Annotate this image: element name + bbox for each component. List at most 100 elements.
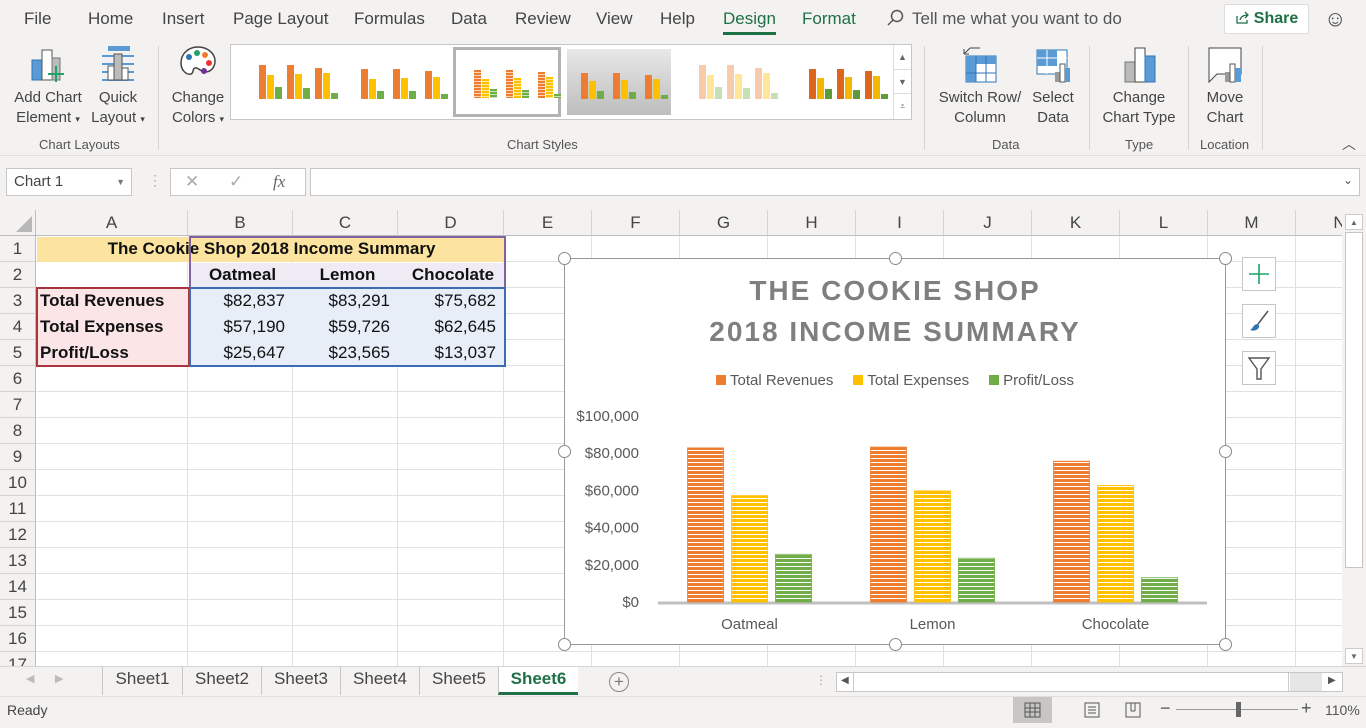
resize-handle-nw[interactable] <box>558 252 571 265</box>
chart-style-thumb[interactable]: Style 6 <box>787 49 891 115</box>
sheet-tab-6[interactable]: Sheet6 <box>498 667 578 695</box>
feedback-smiley-icon[interactable]: ☺ <box>1324 6 1346 32</box>
vertical-scrollbar[interactable]: ▲ ▼ <box>1342 210 1366 666</box>
change-colors-button[interactable]: Change Colors ▾ <box>168 44 228 129</box>
bar-total-revenues-oatmeal[interactable] <box>687 447 724 603</box>
sheet-tab-5[interactable]: Sheet5 <box>419 667 498 695</box>
normal-view-button[interactable] <box>1013 697 1052 723</box>
row-header-11[interactable]: 11 <box>0 496 36 522</box>
row-header-17[interactable]: 17 <box>0 652 36 666</box>
row-header-8[interactable]: 8 <box>0 418 36 444</box>
menu-data[interactable]: Data <box>451 9 487 29</box>
resize-handle-n[interactable] <box>889 252 902 265</box>
drag-handle-icon[interactable]: ⋮ <box>148 172 162 189</box>
row-header-5[interactable]: 5 <box>0 340 36 366</box>
menu-insert[interactable]: Insert <box>162 9 205 29</box>
bar-total-expenses-chocolate[interactable] <box>1097 485 1134 603</box>
menu-page-layout[interactable]: Page Layout <box>233 9 328 29</box>
tab-scroll-right-icon[interactable]: ▶ <box>55 672 63 685</box>
legend-item[interactable]: Profit/Loss <box>989 372 1074 389</box>
cancel-icon[interactable]: ✕ <box>185 172 199 192</box>
quick-layout-button[interactable]: Quick Layout ▾ <box>90 44 146 129</box>
resize-handle-se[interactable] <box>1219 638 1232 651</box>
vertical-scroll-thumb[interactable] <box>1345 232 1363 568</box>
page-layout-view-icon[interactable] <box>1084 702 1100 718</box>
resize-handle-sw[interactable] <box>558 638 571 651</box>
add-chart-element-button[interactable]: Add Chart Element ▾ <box>12 44 84 129</box>
row-header-13[interactable]: 13 <box>0 548 36 574</box>
chart-title-line-1[interactable]: THE COOKIE SHOP <box>565 275 1225 307</box>
tab-scroll-left-icon[interactable]: ◀ <box>26 672 34 685</box>
column-header-h[interactable]: H <box>768 210 856 236</box>
legend-item[interactable]: Total Revenues <box>715 372 833 389</box>
select-data-button[interactable]: Select Data <box>1028 44 1078 128</box>
horizontal-scroll-thumb[interactable] <box>853 673 1289 691</box>
page-break-view-icon[interactable] <box>1125 702 1141 718</box>
row-header-9[interactable]: 9 <box>0 444 36 470</box>
row-header-2[interactable]: 2 <box>0 262 36 288</box>
chart-elements-button[interactable] <box>1242 257 1276 291</box>
column-header-n[interactable]: N <box>1296 210 1342 236</box>
column-header-m[interactable]: M <box>1208 210 1296 236</box>
column-header-e[interactable]: E <box>504 210 592 236</box>
column-header-k[interactable]: K <box>1032 210 1120 236</box>
change-chart-type-button[interactable]: Change Chart Type <box>1100 44 1178 128</box>
enter-icon[interactable]: ✓ <box>229 172 243 192</box>
menu-home[interactable]: Home <box>88 9 133 29</box>
new-sheet-plus-icon[interactable]: + <box>609 672 629 692</box>
menu-help[interactable]: Help <box>660 9 695 29</box>
tell-me-search[interactable]: Tell me what you want to do <box>886 9 1122 29</box>
bar-profit-loss-lemon[interactable] <box>958 557 995 603</box>
scroll-down-icon[interactable]: ▼ <box>1345 648 1363 664</box>
row-header-14[interactable]: 14 <box>0 574 36 600</box>
splitter-handle-icon[interactable]: ⋮ <box>815 673 827 687</box>
chart-legend[interactable]: Total Revenues Total Expenses Profit/Loss <box>565 372 1225 389</box>
zoom-in-icon[interactable]: + <box>1301 698 1312 719</box>
switch-row-column-button[interactable]: Switch Row/ Column <box>936 44 1024 128</box>
chart-filters-button[interactable] <box>1242 351 1276 385</box>
sheet-tab-2[interactable]: Sheet2 <box>182 667 261 695</box>
chart-style-thumb[interactable]: Style 5 <box>677 49 781 115</box>
row-header-10[interactable]: 10 <box>0 470 36 496</box>
legend-item[interactable]: Total Expenses <box>853 372 969 389</box>
chart-style-thumb[interactable]: Style 4 <box>567 49 671 115</box>
menu-formulas[interactable]: Formulas <box>354 9 425 29</box>
gallery-more-icon[interactable]: ⩡ <box>894 94 911 119</box>
bar-total-revenues-chocolate[interactable] <box>1053 460 1090 603</box>
chart-style-thumb[interactable]: Style 2 <box>347 49 451 115</box>
column-header-f[interactable]: F <box>592 210 680 236</box>
column-header-i[interactable]: I <box>856 210 944 236</box>
chart-title-line-2[interactable]: 2018 INCOME SUMMARY <box>565 316 1225 348</box>
insert-function-icon[interactable]: fx <box>273 172 285 192</box>
sheet-tab-1[interactable]: Sheet1 <box>102 667 182 695</box>
column-header-g[interactable]: G <box>680 210 768 236</box>
bar-total-expenses-lemon[interactable] <box>914 490 951 603</box>
name-box[interactable]: Chart 1 ▼ <box>6 168 132 196</box>
move-chart-button[interactable]: Move Chart <box>1196 44 1254 128</box>
row-header-3[interactable]: 3 <box>0 288 36 314</box>
resize-handle-ne[interactable] <box>1219 252 1232 265</box>
share-button[interactable]: Share <box>1224 4 1309 34</box>
menu-review[interactable]: Review <box>515 9 571 29</box>
scroll-right-icon[interactable]: ▶ <box>1328 675 1336 686</box>
formula-input[interactable]: ⌄ <box>310 168 1360 196</box>
gallery-scroll-down-icon[interactable]: ▼ <box>894 70 911 95</box>
scroll-up-icon[interactable]: ▲ <box>1345 214 1363 230</box>
bar-total-revenues-lemon[interactable] <box>870 446 907 603</box>
bar-profit-loss-oatmeal[interactable] <box>775 553 812 603</box>
row-header-4[interactable]: 4 <box>0 314 36 340</box>
bar-profit-loss-chocolate[interactable] <box>1141 577 1178 603</box>
resize-handle-e[interactable] <box>1219 445 1232 458</box>
menu-format[interactable]: Format <box>802 9 856 29</box>
column-header-l[interactable]: L <box>1120 210 1208 236</box>
row-header-16[interactable]: 16 <box>0 626 36 652</box>
row-header-1[interactable]: 1 <box>0 236 36 262</box>
row-header-12[interactable]: 12 <box>0 522 36 548</box>
column-header-b[interactable]: B <box>188 210 293 236</box>
sheet-tab-3[interactable]: Sheet3 <box>261 667 340 695</box>
zoom-slider-thumb[interactable] <box>1236 702 1241 717</box>
column-header-c[interactable]: C <box>293 210 398 236</box>
resize-handle-w[interactable] <box>558 445 571 458</box>
row-header-6[interactable]: 6 <box>0 366 36 392</box>
column-header-j[interactable]: J <box>944 210 1032 236</box>
